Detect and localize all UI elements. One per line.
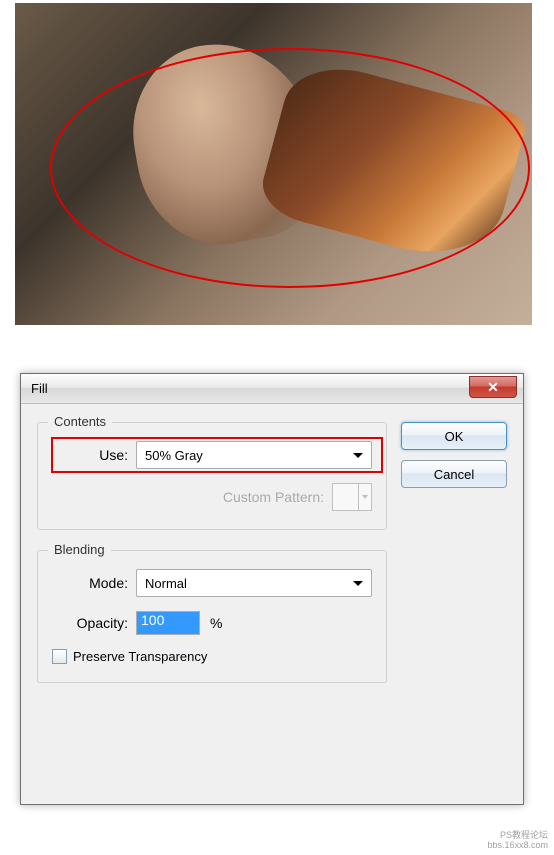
- preserve-transparency-checkbox[interactable]: [52, 649, 67, 664]
- blending-legend: Blending: [48, 542, 111, 557]
- cancel-button[interactable]: Cancel: [401, 460, 507, 488]
- reference-image: [15, 3, 532, 325]
- preserve-label: Preserve Transparency: [73, 649, 207, 664]
- opacity-unit: %: [210, 615, 222, 631]
- use-value: 50% Gray: [145, 448, 203, 463]
- custom-pattern-row: Custom Pattern:: [52, 483, 372, 511]
- use-dropdown[interactable]: 50% Gray: [136, 441, 372, 469]
- use-row: Use: 50% Gray: [52, 441, 372, 469]
- fill-dialog-wrapper: Fill ✕ Contents Use: 50% Gray: [20, 373, 524, 805]
- mode-dropdown[interactable]: Normal: [136, 569, 372, 597]
- blending-fieldset: Blending Mode: Normal Opacity: 100: [37, 550, 387, 683]
- red-ellipse-annotation: [50, 48, 530, 288]
- use-label: Use:: [52, 447, 136, 463]
- cancel-label: Cancel: [434, 467, 474, 482]
- pattern-swatch-preview: [333, 484, 359, 510]
- custom-pattern-picker: [332, 483, 372, 511]
- opacity-row: Opacity: 100 %: [52, 611, 372, 635]
- titlebar: Fill ✕: [21, 374, 523, 404]
- opacity-input[interactable]: 100: [136, 611, 200, 635]
- close-icon: ✕: [487, 379, 499, 396]
- contents-legend: Contents: [48, 414, 112, 429]
- left-column: Contents Use: 50% Gray Custom Pattern:: [37, 422, 387, 703]
- contents-fieldset: Contents Use: 50% Gray Custom Pattern:: [37, 422, 387, 530]
- mode-value: Normal: [145, 576, 187, 591]
- opacity-value: 100: [141, 612, 164, 628]
- chevron-down-icon: [359, 484, 371, 510]
- chevron-down-icon: [353, 581, 363, 586]
- opacity-label: Opacity:: [52, 615, 136, 631]
- mode-label: Mode:: [52, 575, 136, 591]
- watermark-line2: bbs.16xx8.com: [487, 841, 548, 851]
- watermark: PS教程论坛 bbs.16xx8.com: [487, 831, 548, 851]
- fill-dialog: Fill ✕ Contents Use: 50% Gray: [20, 373, 524, 805]
- ok-label: OK: [445, 429, 464, 444]
- dialog-body: Contents Use: 50% Gray Custom Pattern:: [21, 404, 523, 719]
- ok-button[interactable]: OK: [401, 422, 507, 450]
- custom-pattern-label: Custom Pattern:: [52, 489, 332, 505]
- chevron-down-icon: [353, 453, 363, 458]
- mode-row: Mode: Normal: [52, 569, 372, 597]
- preserve-row: Preserve Transparency: [52, 649, 372, 664]
- dialog-title: Fill: [31, 381, 48, 396]
- close-button[interactable]: ✕: [469, 376, 517, 398]
- right-column: OK Cancel: [401, 422, 507, 703]
